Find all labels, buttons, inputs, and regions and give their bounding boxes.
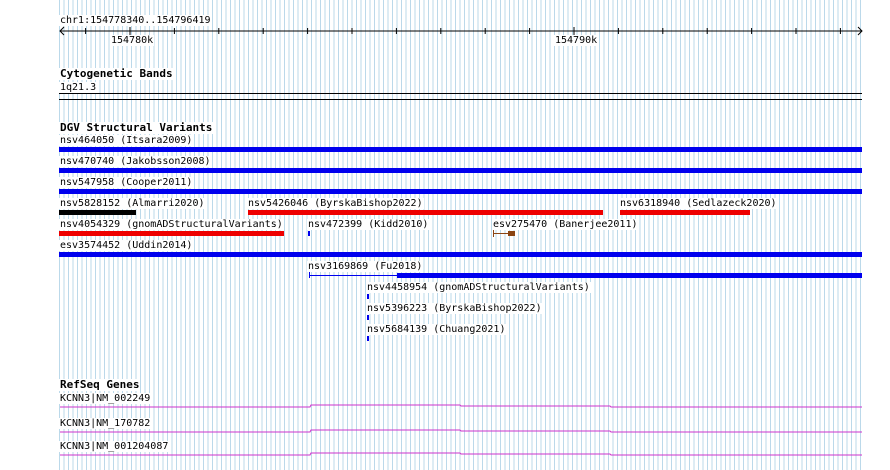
variant-label-nsv547958[interactable]: nsv547958 (Cooper2011) [59, 177, 194, 188]
variant-cap-left-esv275470 [493, 230, 494, 237]
variant-bar-nsv470740[interactable] [59, 168, 862, 173]
gene-label-nm-002249[interactable]: KCNN3|NM_002249 [59, 393, 152, 404]
variant-bar-nsv6318940[interactable] [620, 210, 750, 215]
gene-model-nm-170782 [60, 429, 862, 433]
genome-browser-view: chr1:154778340..154796419 154780k 154790… [0, 0, 890, 470]
cytoband-bar-bottom [59, 99, 862, 100]
variant-box-esv275470[interactable] [508, 231, 515, 236]
variant-bar-esv3574452[interactable] [59, 252, 862, 257]
gene-model-nm-002249 [60, 404, 862, 408]
variant-bar-nsv3169869[interactable] [397, 273, 862, 278]
cytoband-bar-top [59, 93, 862, 94]
ruler-label-154780k: 154780k [110, 35, 155, 46]
variant-label-nsv5426046[interactable]: nsv5426046 (ByrskaBishop2022) [247, 198, 424, 209]
variant-bar-nsv5396223[interactable] [367, 315, 369, 320]
variant-bar-nsv464050[interactable] [59, 147, 862, 152]
variant-bar-nsv472399[interactable] [308, 231, 310, 236]
variant-label-nsv4458954[interactable]: nsv4458954 (gnomADStructuralVariants) [366, 282, 591, 293]
variant-bar-nsv547958[interactable] [59, 189, 862, 194]
variant-cap-nsv3169869 [309, 272, 310, 278]
variant-label-esv3574452[interactable]: esv3574452 (Uddin2014) [59, 240, 194, 251]
variant-label-nsv3169869[interactable]: nsv3169869 (Fu2018) [307, 261, 424, 272]
variant-bar-nsv4458954[interactable] [367, 294, 369, 299]
gene-model-nm-001204087 [60, 452, 862, 456]
variant-bar-nsv5684139[interactable] [367, 336, 369, 341]
variant-label-nsv470740[interactable]: nsv470740 (Jakobsson2008) [59, 156, 212, 167]
cytoband-label: 1q21.3 [59, 82, 98, 93]
ruler-label-154790k: 154790k [554, 35, 599, 46]
variant-label-nsv472399[interactable]: nsv472399 (Kidd2010) [307, 219, 430, 230]
variant-label-nsv5396223[interactable]: nsv5396223 (ByrskaBishop2022) [366, 303, 543, 314]
gene-label-nm-170782[interactable]: KCNN3|NM_170782 [59, 418, 152, 429]
variant-label-nsv4054329[interactable]: nsv4054329 (gnomADStructuralVariants) [59, 219, 284, 230]
variant-label-nsv6318940[interactable]: nsv6318940 (Sedlazeck2020) [619, 198, 778, 209]
gene-label-nm-001204087[interactable]: KCNN3|NM_001204087 [59, 441, 170, 452]
variant-label-nsv5828152[interactable]: nsv5828152 (Almarri2020) [59, 198, 206, 209]
variant-label-esv275470[interactable]: esv275470 (Banerjee2011) [492, 219, 639, 230]
variant-bar-nsv5426046[interactable] [248, 210, 603, 215]
variant-label-nsv464050[interactable]: nsv464050 (Itsara2009) [59, 135, 194, 146]
variant-bar-nsv5828152[interactable] [59, 210, 136, 215]
track-title-refseq[interactable]: RefSeq Genes [59, 379, 141, 391]
track-title-cytoband[interactable]: Cytogenetic Bands [59, 68, 174, 80]
variant-line-nsv3169869[interactable] [309, 275, 397, 276]
variant-bar-nsv4054329[interactable] [59, 231, 284, 236]
track-title-dgv[interactable]: DGV Structural Variants [59, 122, 214, 134]
variant-label-nsv5684139[interactable]: nsv5684139 (Chuang2021) [366, 324, 507, 335]
